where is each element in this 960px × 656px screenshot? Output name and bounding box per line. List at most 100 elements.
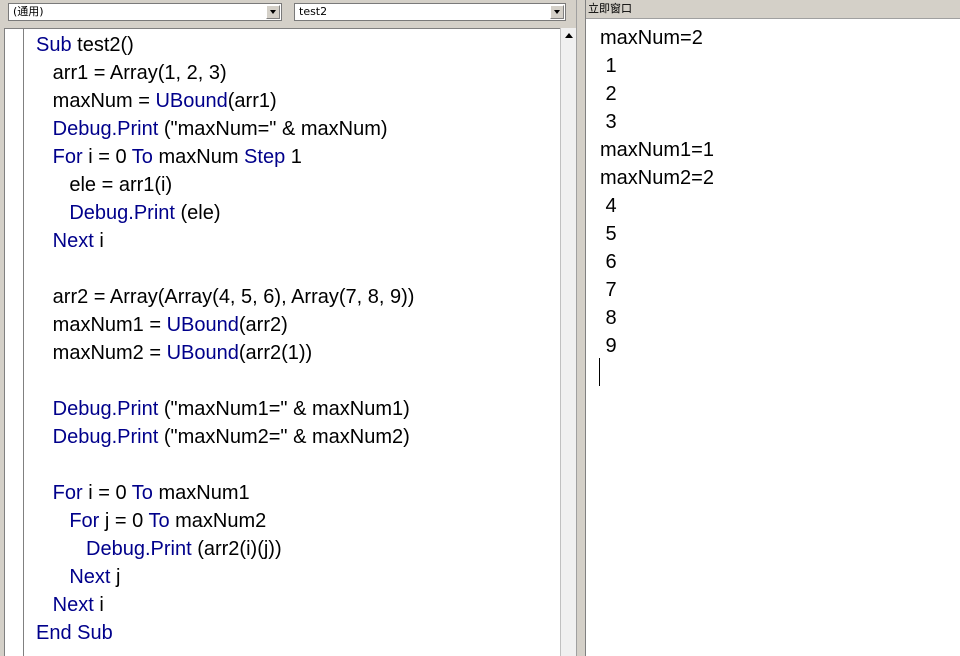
output-line: 4 xyxy=(600,195,617,217)
code-line[interactable]: Next i xyxy=(36,591,414,619)
code-line[interactable]: For i = 0 To maxNum1 xyxy=(36,479,414,507)
code-text: maxNum = xyxy=(36,90,156,112)
output-line: 9 xyxy=(600,335,617,357)
code-line[interactable] xyxy=(36,451,414,479)
code-keyword: UBound xyxy=(166,314,239,336)
code-text: j xyxy=(110,566,121,588)
code-line[interactable] xyxy=(36,255,414,283)
text-caret xyxy=(599,358,600,386)
code-keyword: UBound xyxy=(155,90,228,112)
code-line[interactable]: For j = 0 To maxNum2 xyxy=(36,507,414,535)
code-text: (arr2(1)) xyxy=(238,342,313,364)
code-keyword: UBound xyxy=(166,342,239,364)
procedure-combo-value: test2 xyxy=(299,5,328,18)
code-keyword: Step xyxy=(244,146,286,168)
code-text: maxNum2 xyxy=(169,510,267,532)
code-keyword: Next xyxy=(52,230,94,252)
code-text: arr2 = Array(Array(4, 5, 6), Array(7, 8,… xyxy=(36,286,415,308)
code-text: (arr2) xyxy=(238,314,288,336)
code-text: test2() xyxy=(71,34,134,56)
code-line[interactable]: Debug.Print (arr2(i)(j)) xyxy=(36,535,414,563)
code-line[interactable]: Next i xyxy=(36,227,414,255)
code-window: (通用) test2 Sub test2() arr1 = Array(1, 2… xyxy=(0,0,580,656)
code-keyword: End Sub xyxy=(36,622,113,644)
code-text: i xyxy=(93,230,104,252)
output-line: 1 xyxy=(600,55,617,77)
code-line[interactable]: Debug.Print ("maxNum2=" & maxNum2) xyxy=(36,423,414,451)
output-line: 7 xyxy=(600,279,617,301)
code-line[interactable]: maxNum2 = UBound(arr2(1)) xyxy=(36,339,414,367)
code-line[interactable]: Debug.Print (ele) xyxy=(36,199,414,227)
output-line: maxNum=2 xyxy=(600,27,703,49)
code-text: 1 xyxy=(285,146,302,168)
immediate-output: maxNum=2 1 2 3 maxNum1=1 maxNum2=2 4 5 6 7… xyxy=(600,24,714,360)
output-line: maxNum2=2 xyxy=(600,167,714,189)
chevron-down-icon[interactable] xyxy=(550,5,564,19)
code-keyword: Sub xyxy=(36,34,72,56)
code-lines: Sub test2() arr1 = Array(1, 2, 3) maxNum… xyxy=(36,31,414,647)
object-combo[interactable]: (通用) xyxy=(8,3,282,21)
code-text: ele = arr1(i) xyxy=(36,174,173,196)
code-line[interactable]: Sub test2() xyxy=(36,31,414,59)
code-keyword: For xyxy=(69,510,100,532)
code-keyword: Debug.Print xyxy=(52,118,159,140)
code-text: maxNum2 = xyxy=(36,342,167,364)
code-keyword: Debug.Print xyxy=(52,398,159,420)
code-line[interactable]: Debug.Print ("maxNum=" & maxNum) xyxy=(36,115,414,143)
output-line: 6 xyxy=(600,251,617,273)
output-line: 5 xyxy=(600,223,617,245)
code-keyword: To xyxy=(131,146,153,168)
code-text: (arr1) xyxy=(227,90,277,112)
code-line[interactable] xyxy=(36,367,414,395)
vertical-scrollbar[interactable] xyxy=(560,28,577,656)
code-text: maxNum1 = xyxy=(36,314,167,336)
code-line[interactable]: maxNum = UBound(arr1) xyxy=(36,87,414,115)
code-line[interactable]: Next j xyxy=(36,563,414,591)
code-line[interactable]: Debug.Print ("maxNum1=" & maxNum1) xyxy=(36,395,414,423)
code-text: i = 0 xyxy=(82,482,132,504)
procedure-combo[interactable]: test2 xyxy=(294,3,566,21)
code-line[interactable]: End Sub xyxy=(36,619,414,647)
code-keyword: Debug.Print xyxy=(86,538,192,560)
code-keyword: To xyxy=(131,482,153,504)
code-text: maxNum1 xyxy=(152,482,250,504)
code-text: ("maxNum=" & maxNum) xyxy=(158,118,388,140)
immediate-window[interactable]: 立即窗口 maxNum=2 1 2 3 maxNum1=1 maxNum2=2 4 … xyxy=(586,0,960,656)
code-text: arr1 = Array(1, 2, 3) xyxy=(36,62,227,84)
code-line[interactable]: arr2 = Array(Array(4, 5, 6), Array(7, 8,… xyxy=(36,283,415,311)
code-line[interactable]: maxNum1 = UBound(arr2) xyxy=(36,311,414,339)
code-text: ("maxNum2=" & maxNum2) xyxy=(158,426,410,448)
code-text: i = 0 xyxy=(82,146,132,168)
code-text: ("maxNum1=" & maxNum1) xyxy=(158,398,410,420)
code-keyword: Debug.Print xyxy=(69,202,175,224)
immediate-window-titlebar[interactable]: 立即窗口 xyxy=(586,0,960,19)
combo-toolbar: (通用) test2 xyxy=(0,0,580,26)
code-text: i xyxy=(93,594,104,616)
code-keyword: To xyxy=(148,510,170,532)
code-editor[interactable]: Sub test2() arr1 = Array(1, 2, 3) maxNum… xyxy=(4,28,561,656)
margin-indicator-bar[interactable] xyxy=(5,29,24,656)
code-line[interactable]: ele = arr1(i) xyxy=(36,171,414,199)
output-line: 2 xyxy=(600,83,617,105)
code-line[interactable]: For i = 0 To maxNum Step 1 xyxy=(36,143,414,171)
pane-splitter[interactable] xyxy=(576,0,586,656)
code-keyword: Next xyxy=(52,594,94,616)
code-keyword: For xyxy=(52,482,83,504)
code-text: (arr2(i)(j)) xyxy=(191,538,282,560)
output-line: 3 xyxy=(600,111,617,133)
code-text: j = 0 xyxy=(99,510,149,532)
chevron-down-icon[interactable] xyxy=(266,5,280,19)
code-keyword: Debug.Print xyxy=(52,426,159,448)
scroll-up-arrow-icon[interactable] xyxy=(561,28,576,44)
code-line[interactable]: arr1 = Array(1, 2, 3) xyxy=(36,59,414,87)
